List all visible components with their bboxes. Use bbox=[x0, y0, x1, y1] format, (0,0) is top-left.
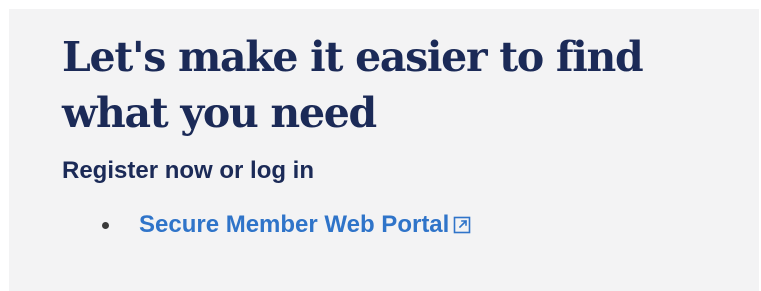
portal-link-label: Secure Member Web Portal bbox=[139, 211, 450, 238]
register-subheading: Register now or log in bbox=[62, 157, 315, 184]
page-title: Let's make it easier to find what you ne… bbox=[62, 33, 644, 137]
external-link-icon bbox=[454, 216, 471, 234]
secure-member-portal-link[interactable]: Secure Member Web Portal bbox=[139, 209, 471, 241]
register-panel: Let's make it easier to find what you ne… bbox=[9, 9, 759, 291]
link-list: Secure Member Web Portal bbox=[62, 209, 759, 241]
list-item: Secure Member Web Portal bbox=[102, 209, 759, 241]
bullet-icon bbox=[102, 221, 109, 229]
